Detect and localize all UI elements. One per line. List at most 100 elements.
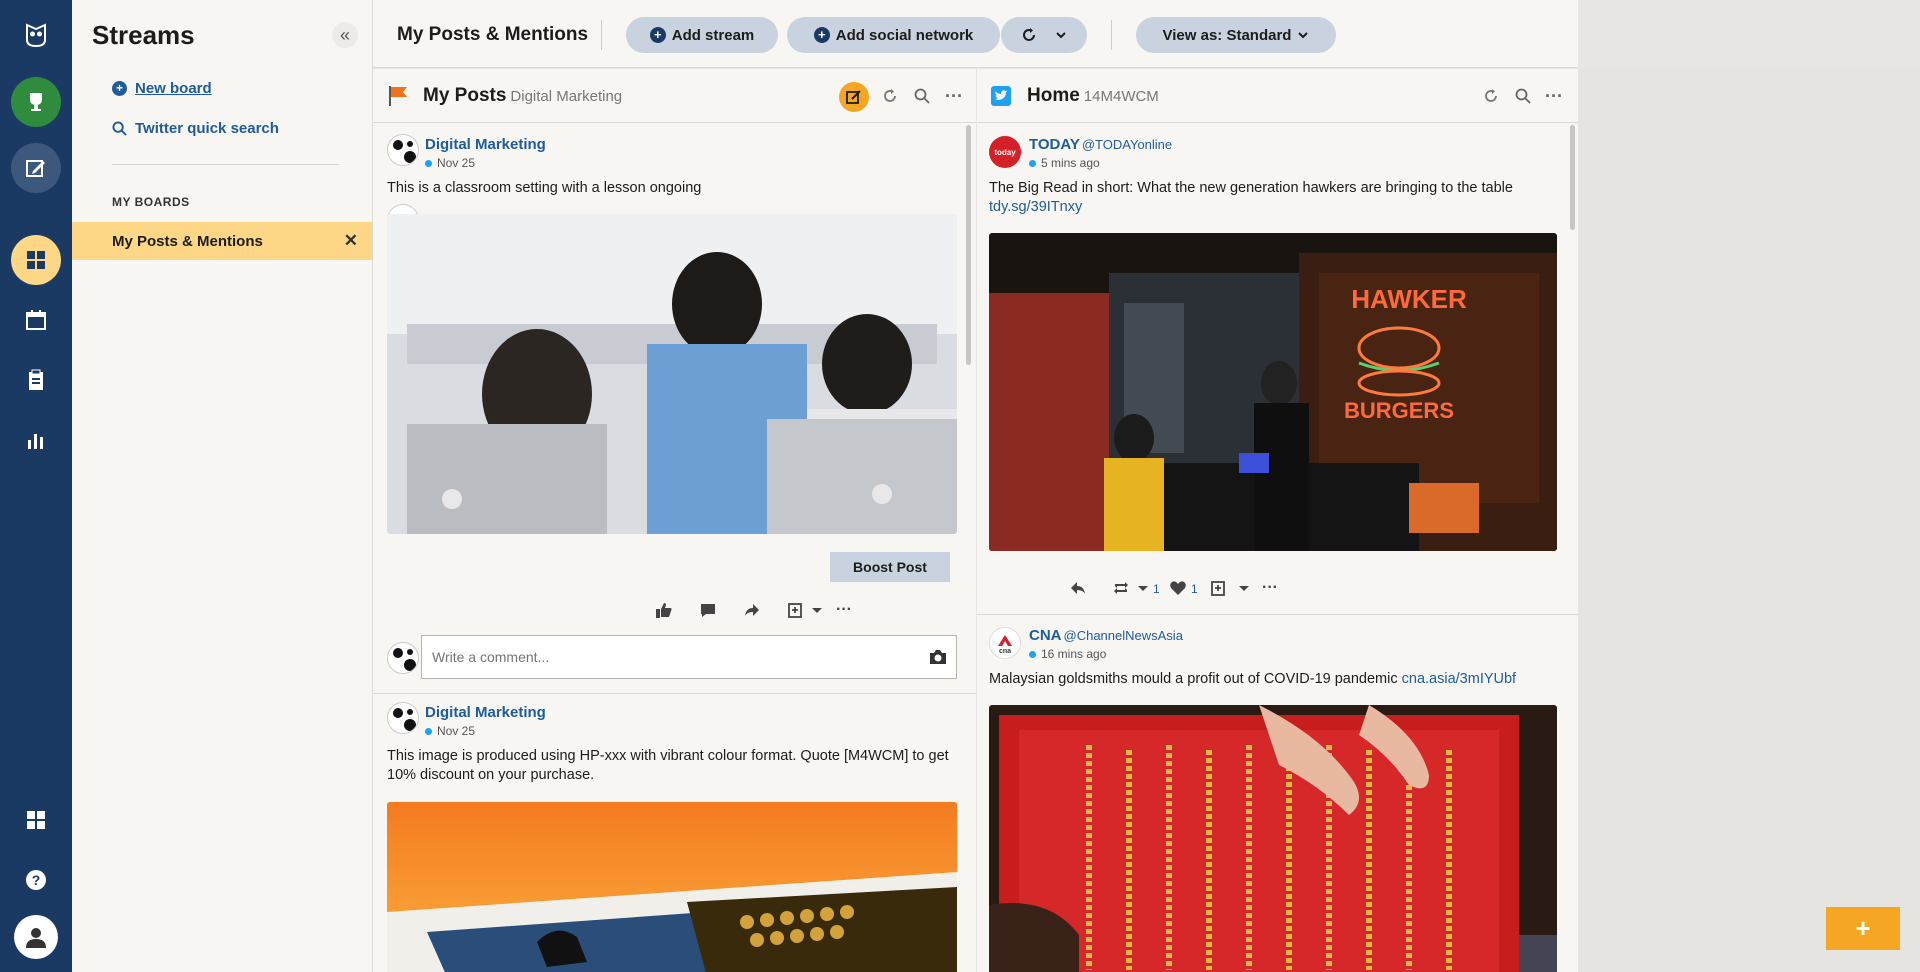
svg-text:BURGERS: BURGERS (1344, 398, 1454, 423)
tweet-text: The Big Read in short: What the new gene… (989, 179, 1564, 217)
avatar (387, 702, 419, 734)
search-icon[interactable] (911, 85, 933, 107)
dashboard-icon[interactable] (11, 235, 61, 285)
post-image[interactable] (387, 802, 957, 972)
camera-icon[interactable] (928, 648, 948, 666)
reply-icon[interactable] (1067, 577, 1089, 599)
twitter-quick-search-link[interactable]: Twitter quick search (112, 120, 279, 137)
compose-icon[interactable] (839, 82, 869, 112)
post-text: This image is produced using HP-xxx with… (387, 748, 949, 783)
tweet-author[interactable]: CNA @ChannelNewsAsia (1029, 627, 1183, 644)
refresh-icon[interactable] (879, 85, 901, 107)
share-icon[interactable] (741, 599, 763, 621)
save-icon[interactable] (784, 599, 806, 621)
tweet-timestamp: 5 mins ago (1029, 156, 1100, 170)
empty-board-area (1578, 68, 1920, 972)
refresh-icon (1023, 28, 1035, 41)
stream-subtitle: 14M4WCM (1083, 88, 1159, 105)
tweet-author[interactable]: TODAY @TODAYonline (1029, 136, 1172, 153)
chevron-down-icon[interactable] (1233, 577, 1255, 599)
my-posts-stream-column: My Posts Digital Marketing ··· Digital Ma… (373, 69, 976, 972)
help-icon[interactable]: ? (11, 855, 61, 905)
board-item-my-posts-mentions[interactable]: My Posts & Mentions ✕ (72, 222, 372, 260)
tweet-time: 16 mins ago (1041, 647, 1107, 661)
tweet-image[interactable] (989, 705, 1557, 972)
tweet-handle: @ChannelNewsAsia (1063, 628, 1183, 643)
tweet-author-name: TODAY (1029, 136, 1080, 153)
flag-icon (389, 86, 407, 106)
twitter-icon (991, 86, 1011, 106)
stream-title-text: Home (1027, 85, 1080, 106)
status-dot (425, 727, 432, 735)
comment-input[interactable] (422, 636, 956, 678)
tweet-link[interactable]: cna.asia/3mIYUbf (1402, 671, 1516, 687)
tweet-time: 5 mins ago (1041, 156, 1100, 170)
compose-icon[interactable] (11, 143, 61, 193)
refresh-icon[interactable] (1480, 85, 1502, 107)
more-options-icon[interactable]: ··· (1259, 577, 1281, 599)
clipboard-icon[interactable] (11, 355, 61, 405)
tweet-text: Malaysian goldsmiths mould a profit out … (989, 670, 1564, 689)
svg-text:cna: cna (999, 648, 1011, 654)
status-dot (425, 159, 432, 167)
collapse-panel-button[interactable]: « (332, 22, 358, 48)
avatar: today (989, 136, 1021, 168)
board-item-label: My Posts & Mentions (112, 232, 263, 250)
refresh-dropdown-button[interactable] (1001, 17, 1087, 53)
tweet-link[interactable]: tdy.sg/39ITnxy (989, 199, 1082, 215)
boost-post-button[interactable]: Boost Post (830, 552, 950, 582)
search-icon[interactable] (1512, 85, 1534, 107)
comment-icon[interactable] (697, 599, 719, 621)
scrollbar[interactable] (966, 125, 971, 365)
stream-title-text: My Posts (423, 85, 507, 106)
profile-icon[interactable] (14, 915, 58, 959)
add-stream-button[interactable]: + Add stream (626, 17, 778, 53)
owl-logo-icon[interactable] (11, 10, 61, 60)
plus-circle-icon: + (649, 27, 666, 43)
divider (112, 164, 339, 165)
new-board-link[interactable]: + New board (112, 80, 212, 97)
more-options-icon[interactable]: ··· (1543, 85, 1565, 107)
post-timestamp: Nov 25 (425, 156, 475, 170)
close-icon[interactable]: ✕ (344, 231, 358, 251)
plus-circle-icon: + (813, 27, 830, 43)
view-as-dropdown[interactable]: View as: Standard (1136, 17, 1336, 53)
avatar: cna (989, 627, 1021, 659)
new-board-label: New board (135, 80, 212, 97)
post-author[interactable]: Digital Marketing (425, 136, 546, 153)
home-stream-column: Home 14M4WCM ··· today TODAY @TODAYonline … (977, 69, 1578, 972)
calendar-icon[interactable] (11, 295, 61, 345)
save-icon[interactable] (1207, 577, 1229, 599)
post-text: This is a classroom setting with a lesso… (387, 180, 702, 196)
plus-circle-icon: + (112, 81, 127, 96)
svg-text:HAWKER: HAWKER (1351, 284, 1467, 314)
add-stream-fab-button[interactable]: + (1826, 907, 1900, 950)
retweet-count: 1 (1153, 582, 1160, 596)
like-count: 1 (1191, 582, 1198, 596)
post-time: Nov 25 (437, 156, 476, 170)
analytics-icon[interactable] (11, 415, 61, 465)
more-options-icon[interactable]: ··· (833, 599, 855, 621)
like-icon[interactable] (653, 599, 675, 621)
status-dot (1029, 159, 1036, 167)
stream-title: Home 14M4WCM (1027, 85, 1159, 107)
post-image[interactable] (387, 214, 957, 534)
chevron-down-icon[interactable] (1132, 577, 1154, 599)
tweet-author-name: CNA (1029, 627, 1062, 644)
post-author[interactable]: Digital Marketing (425, 704, 546, 721)
add-social-network-button[interactable]: + Add social network (787, 17, 1000, 53)
tweet-handle: @TODAYonline (1081, 137, 1173, 152)
heart-icon[interactable] (1167, 577, 1189, 599)
post-timestamp: Nov 25 (425, 724, 475, 738)
tweet-image[interactable]: HAWKER BURGERS (989, 233, 1557, 551)
scrollbar[interactable] (1570, 125, 1575, 230)
comment-field[interactable] (421, 635, 957, 679)
chevron-down-icon[interactable] (806, 599, 828, 621)
more-options-icon[interactable]: ··· (943, 85, 965, 107)
trophy-icon[interactable] (11, 77, 61, 127)
apps-icon[interactable] (11, 795, 61, 845)
retweet-icon[interactable] (1110, 577, 1132, 599)
tweet-text-body: Malaysian goldsmiths mould a profit out … (989, 671, 1398, 687)
board-header: My Posts & Mentions + Add stream + Add s… (373, 0, 1578, 68)
chevron-down-icon (1056, 32, 1066, 39)
